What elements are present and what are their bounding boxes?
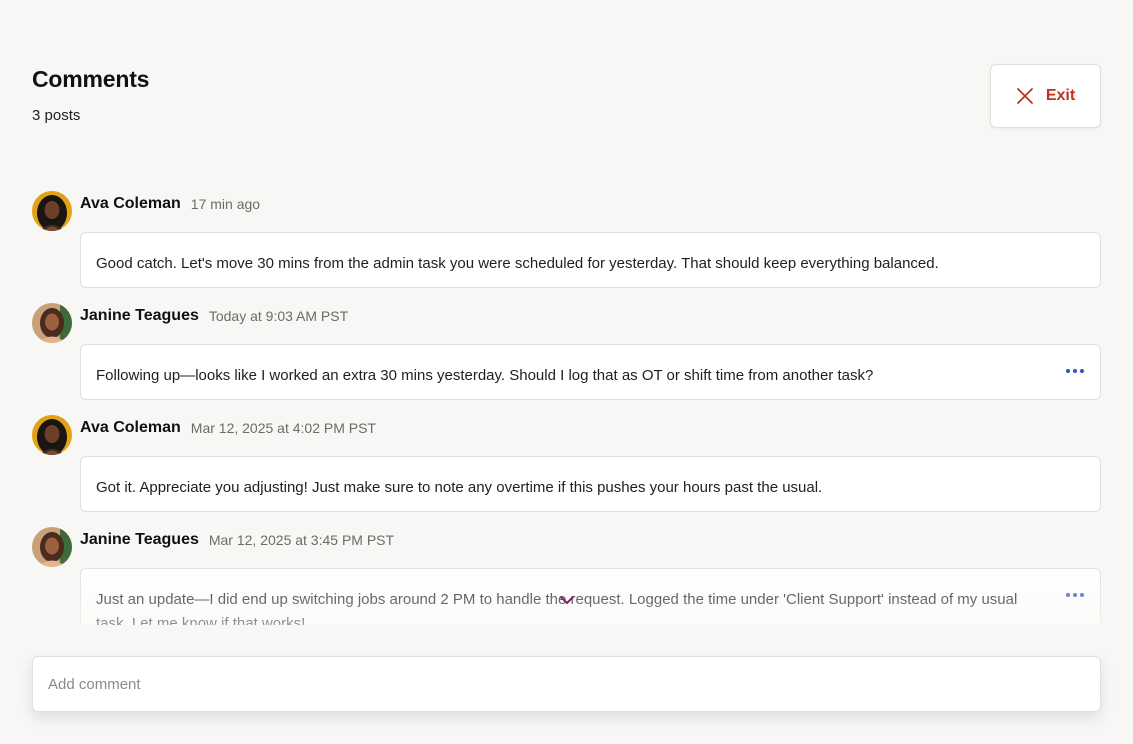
add-comment-input[interactable]: [33, 657, 1100, 711]
scroll-down-button[interactable]: [559, 594, 575, 606]
exit-button[interactable]: Exit: [990, 64, 1101, 128]
post-count: 3 posts: [32, 107, 81, 124]
comment-body: Following up—looks like I worked an extr…: [80, 344, 1101, 400]
comment-composer: [32, 656, 1101, 712]
chevron-down-icon: [560, 596, 574, 604]
comment-item: Ava Coleman 17 min ago Good catch. Let's…: [32, 190, 1101, 288]
comment-text: Got it. Appreciate you adjusting! Just m…: [96, 479, 823, 496]
comment-body: Got it. Appreciate you adjusting! Just m…: [80, 456, 1101, 512]
avatar[interactable]: [32, 303, 72, 343]
comment-item: Janine Teagues Today at 9:03 AM PST Foll…: [32, 302, 1101, 400]
comment-author[interactable]: Janine Teagues: [80, 531, 199, 549]
comment-body: Just an update—I did end up switching jo…: [80, 568, 1101, 625]
comment-author[interactable]: Ava Coleman: [80, 419, 181, 437]
comment-item: Ava Coleman Mar 12, 2025 at 4:02 PM PST …: [32, 414, 1101, 512]
page-title: Comments: [32, 66, 150, 92]
more-options-button[interactable]: [1066, 591, 1084, 599]
comments-panel: Comments 3 posts Exit Ava Coleman 17 min…: [0, 0, 1133, 744]
avatar[interactable]: [32, 415, 72, 455]
avatar[interactable]: [32, 527, 72, 567]
more-horizontal-icon: [1066, 593, 1070, 597]
comment-timestamp: Mar 12, 2025 at 3:45 PM PST: [208, 532, 395, 548]
comment-text: Just an update—I did end up switching jo…: [96, 591, 1018, 625]
comment-author[interactable]: Ava Coleman: [80, 195, 181, 213]
comment-item: Janine Teagues Mar 12, 2025 at 3:45 PM P…: [32, 526, 1101, 625]
comment-author[interactable]: Janine Teagues: [80, 307, 199, 325]
comment-text: Following up—looks like I worked an extr…: [96, 367, 874, 384]
comment-timestamp: Mar 12, 2025 at 4:02 PM PST: [190, 420, 376, 436]
comment-feed[interactable]: Ava Coleman 17 min ago Good catch. Let's…: [32, 190, 1101, 625]
more-horizontal-icon: [1066, 369, 1070, 373]
avatar[interactable]: [32, 191, 72, 231]
comment-text: Good catch. Let's move 30 mins from the …: [96, 255, 939, 272]
exit-label: Exit: [1045, 87, 1076, 104]
close-icon: [1016, 88, 1033, 104]
comments-header: Comments 3 posts: [32, 66, 149, 124]
comment-timestamp: Today at 9:03 AM PST: [208, 308, 349, 324]
comment-body: Good catch. Let's move 30 mins from the …: [80, 232, 1101, 288]
composer-area: [0, 625, 1133, 744]
more-options-button[interactable]: [1066, 367, 1084, 375]
comment-timestamp: 17 min ago: [190, 196, 261, 212]
